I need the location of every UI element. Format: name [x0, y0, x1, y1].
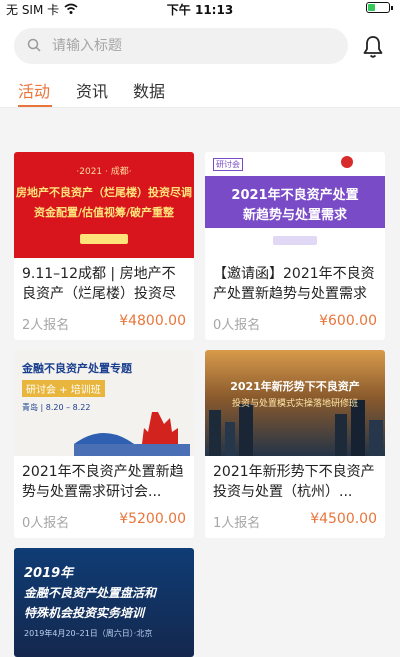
event-price: ¥4500.00 [310, 511, 377, 527]
banner-line: 2021年不良资产处置 [231, 188, 359, 203]
event-title: 2021年不良资产处置新趋势与处置需求研讨会... [22, 464, 184, 500]
banner-line: 2019年 [24, 566, 74, 581]
event-title: 9.11–12成都 | 房地产不良资产（烂尾楼）投资尽调... [22, 266, 176, 302]
banner-line: 2021年新形势下不良资产 [230, 380, 360, 393]
tab-news[interactable]: 资讯 [76, 78, 108, 102]
event-price: ¥5200.00 [119, 511, 186, 527]
banner-line: 资金配置/估值视筹/破产重整 [33, 206, 175, 219]
event-banner: 2021年新形势下不良资产 投资与处置模式实操落地研修班 [205, 350, 385, 456]
battery-icon [366, 2, 393, 13]
event-card[interactable]: 研讨会 2021年不良资产处置 新趋势与处置需求 【邀请函】2021年不良资产处… [205, 152, 385, 340]
tab-active-indicator [18, 105, 52, 107]
tab-data[interactable]: 数据 [133, 78, 165, 102]
banner-line: 2019年4月20–21日（周六日）·北京 [24, 629, 153, 638]
banner-line: 投资与处置模式实操落地研修班 [231, 399, 358, 409]
event-card[interactable]: 2019年 金融不良资产处置盘活和 特殊机会投资实务培训 2019年4月20–2… [14, 548, 194, 657]
signup-count: 2人报名 [22, 318, 70, 333]
signup-count: 0人报名 [213, 318, 261, 333]
event-banner: 研讨会 2021年不良资产处置 新趋势与处置需求 [205, 152, 385, 258]
status-bar: 无 SIM 卡 下午 11:13 [0, 0, 400, 18]
banner-tag: 研讨会 [213, 158, 243, 171]
banner-line: ·2021 · 成都· [76, 167, 132, 177]
banner-line: 特殊机会投资实务培训 [24, 606, 145, 620]
event-price: ¥4800.00 [119, 313, 186, 329]
banner-badge [80, 234, 128, 244]
search-bar[interactable] [14, 28, 348, 64]
bell-icon[interactable] [361, 34, 385, 60]
event-title: 【邀请函】2021年不良资产处置新趋势与处置需求 [213, 266, 375, 302]
search-input[interactable] [52, 35, 332, 57]
logo-icon [341, 156, 353, 168]
tab-bar: 活动 资讯 数据 [0, 72, 400, 108]
banner-line: 新趋势与处置需求 [242, 208, 347, 223]
banner-line: 研讨会 + 培训班 [22, 380, 105, 397]
banner-badge [273, 236, 317, 245]
battery-fill [368, 4, 375, 11]
battery-cap [391, 6, 393, 10]
status-time: 下午 11:13 [166, 3, 234, 17]
signup-count: 0人报名 [22, 516, 70, 531]
event-banner: ·2021 · 成都· 房地产不良资产（烂尾楼）投资尽调 资金配置/估值视筹/破… [14, 152, 194, 258]
banner-line: 房地产不良资产（烂尾楼）投资尽调 [16, 186, 192, 199]
top-bar: 无 SIM 卡 下午 11:13 活动 资讯 数据 [0, 0, 400, 108]
tab-activity[interactable]: 活动 [18, 78, 50, 102]
landmark-illustration [74, 412, 190, 456]
banner-line: 金融不良资产处置专题 [22, 362, 132, 375]
event-card[interactable]: ·2021 · 成都· 房地产不良资产（烂尾楼）投资尽调 资金配置/估值视筹/破… [14, 152, 194, 340]
event-price: ¥600.00 [319, 313, 377, 329]
banner-line: 金融不良资产处置盘活和 [24, 586, 157, 600]
search-icon [27, 38, 41, 52]
event-title: 2021年新形势下不良资产投资与处置（杭州）... [213, 464, 375, 500]
signup-count: 1人报名 [213, 516, 261, 531]
event-card[interactable]: 金融不良资产处置专题 研讨会 + 培训班 青岛 | 8.20 – 8.22 20… [14, 350, 194, 538]
event-card[interactable]: 2021年新形势下不良资产 投资与处置模式实操落地研修班 2021年新形势下不良… [205, 350, 385, 538]
event-banner: 2019年 金融不良资产处置盘活和 特殊机会投资实务培训 2019年4月20–2… [14, 548, 194, 657]
event-banner: 金融不良资产处置专题 研讨会 + 培训班 青岛 | 8.20 – 8.22 [14, 350, 194, 456]
